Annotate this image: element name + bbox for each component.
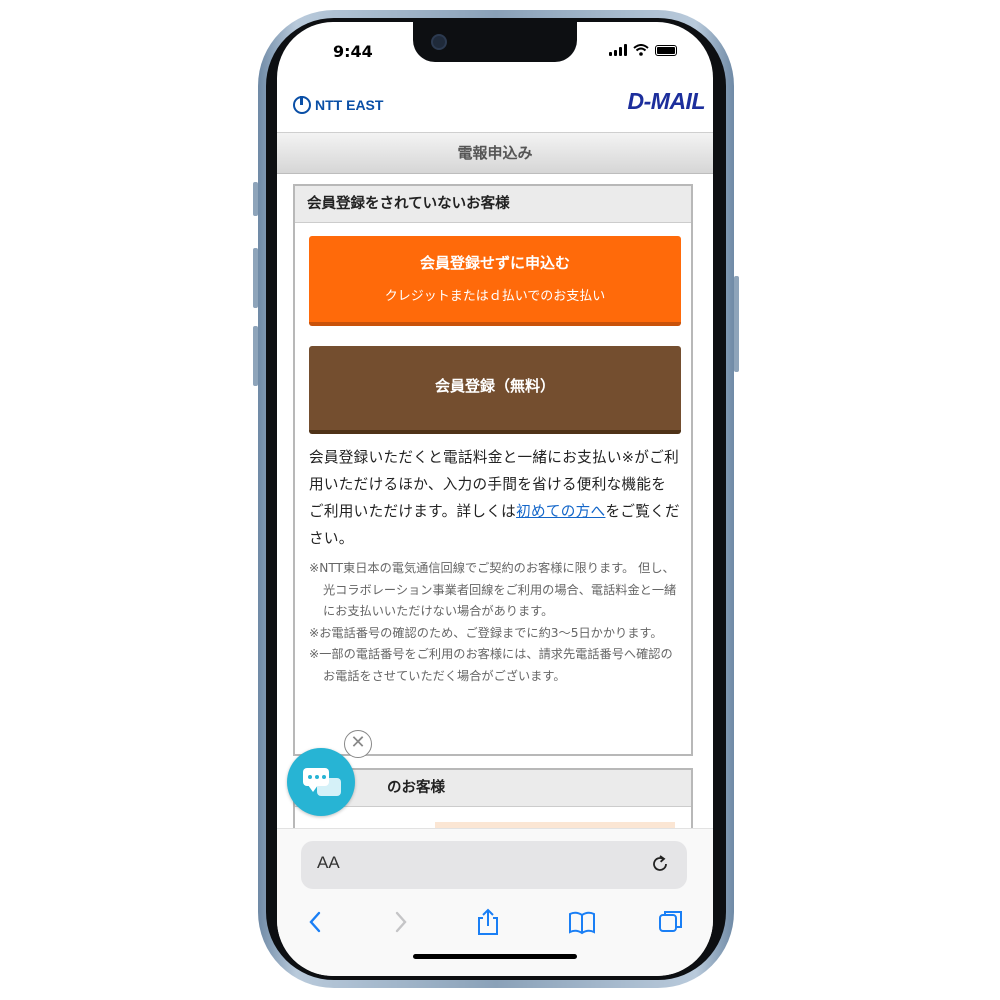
reload-icon[interactable] (649, 853, 671, 875)
camera-icon (431, 34, 447, 50)
order-button-title: 会員登録せずに申込む (419, 254, 570, 272)
note-item: ※お電話番号の確認のため、ご登録までに約3〜5日かかります。 (309, 625, 663, 640)
side-button-volume-down (253, 326, 258, 386)
non-member-section: 会員登録をされていないお客様 会員登録せずに申込む クレジットまたはｄ払いでのお… (293, 184, 693, 756)
battery-icon (655, 45, 677, 56)
text-size-label: AA (317, 853, 340, 872)
tabs-icon[interactable] (657, 907, 683, 937)
member-registration-button[interactable]: 会員登録（無料） (309, 346, 681, 434)
chat-dots-icon (308, 775, 326, 779)
ntt-east-logo[interactable]: NTT EAST (293, 96, 383, 114)
status-time: 9:44 (333, 42, 373, 61)
phone-screen: 9:44 NTT EAST D-MAIL 電報申込み 会員登録をされていないお客… (277, 22, 713, 976)
share-icon[interactable] (475, 907, 501, 937)
order-button-subtitle: クレジットまたはｄ払いでのお支払い (384, 289, 606, 304)
notch (413, 22, 577, 62)
side-button-action (253, 182, 258, 216)
wifi-icon (633, 44, 649, 56)
status-icons (609, 44, 677, 56)
address-bar[interactable]: AA (301, 841, 687, 889)
page-title: 電報申込み (277, 132, 713, 174)
registration-description: 会員登録いただくと電話料金と一緒にお支払い※がご利用いただけるほか、入力の手間を… (309, 444, 681, 552)
safari-toolbar (277, 907, 713, 941)
side-button-power (734, 276, 739, 372)
dmail-logo[interactable]: D-MAIL (628, 88, 706, 115)
first-time-link[interactable]: 初めての方へ (516, 503, 605, 520)
bookmarks-icon[interactable] (567, 907, 597, 937)
note-item: ※一部の電話番号をご利用のお客様には、請求先電話番号へ確認のお電話をさせていただ… (309, 647, 673, 683)
ntt-logo-text: NTT EAST (315, 97, 384, 113)
home-indicator (413, 954, 577, 959)
chat-close-icon[interactable]: ✕ (344, 730, 372, 758)
cellular-signal-icon (609, 44, 627, 56)
order-without-registration-button[interactable]: 会員登録せずに申込む クレジットまたはｄ払いでのお支払い (309, 236, 681, 326)
ntt-logo-mark-icon (293, 96, 311, 114)
side-button-volume-up (253, 248, 258, 308)
non-member-heading: 会員登録をされていないお客様 (295, 186, 691, 223)
text-size-button[interactable]: AA (317, 853, 340, 873)
back-icon[interactable] (303, 907, 329, 937)
chat-widget-button[interactable] (287, 748, 355, 816)
note-item: ※NTT東日本の電気通信回線でご契約のお客様に限ります。 但し、光コラボレーショ… (309, 561, 677, 618)
notes-list: ※NTT東日本の電気通信回線でご契約のお客様に限ります。 但し、光コラボレーショ… (309, 558, 681, 687)
forward-icon[interactable] (387, 907, 413, 937)
